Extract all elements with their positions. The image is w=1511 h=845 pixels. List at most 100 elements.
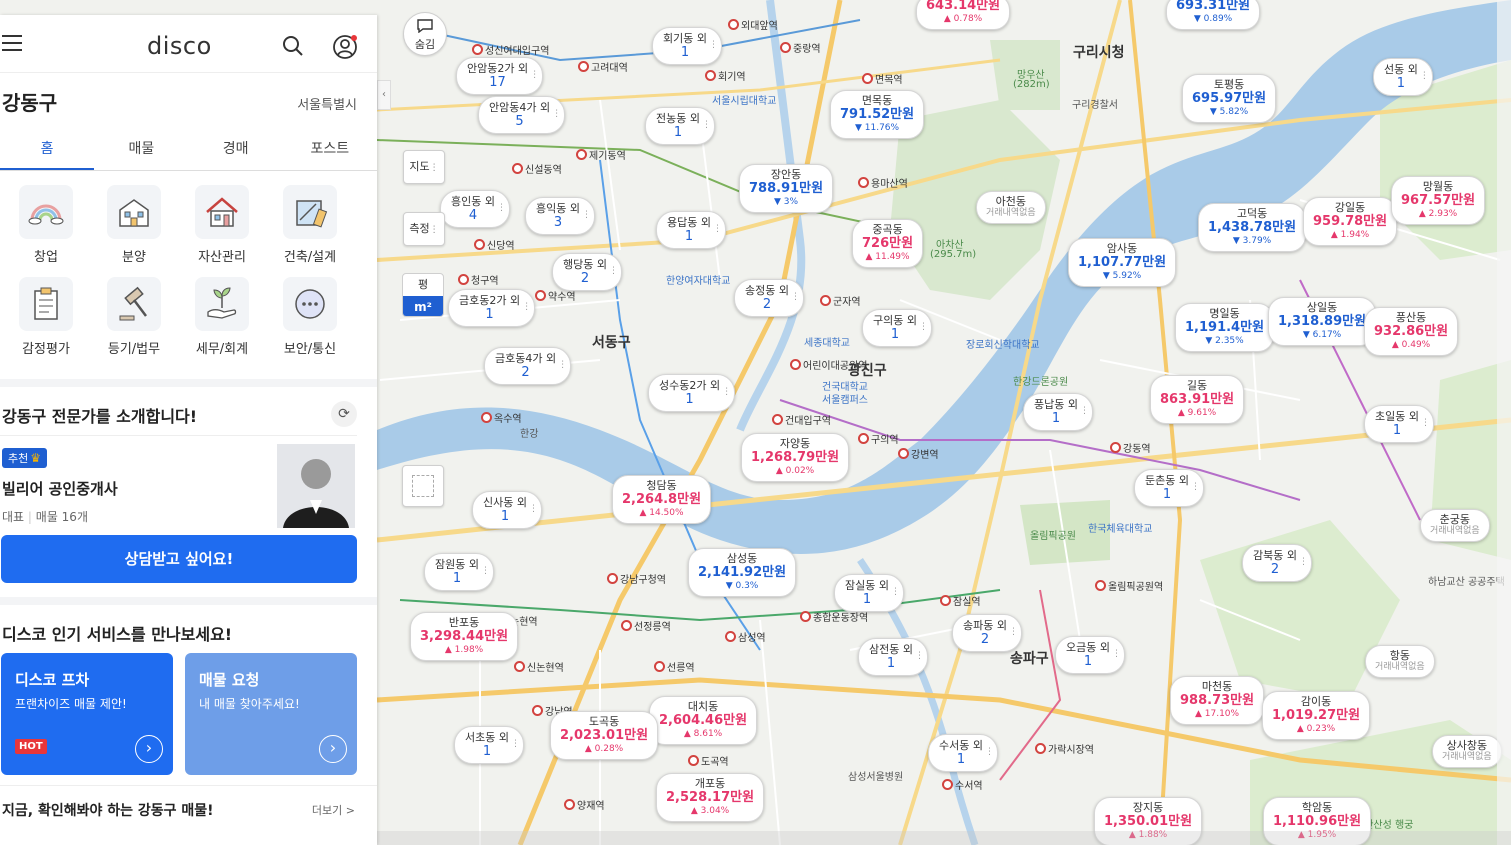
price-marker[interactable]: 망월동 967.57만원 ▲ 2.93% — [1391, 176, 1486, 225]
menu-dots-icon[interactable]: ⋮ — [1080, 406, 1089, 416]
listing-count-marker[interactable]: 삼전동 외 1 ⋮ — [858, 638, 928, 676]
map-bottom-scrollbar[interactable] — [377, 831, 1511, 845]
service-card-franchise[interactable]: 디스코 프차 프랜차이즈 매물 제안! HOT › — [1, 653, 173, 775]
unit-py-button[interactable]: 평 — [403, 274, 443, 296]
listing-count-marker[interactable]: 선동 외 1 ⋮ — [1373, 58, 1433, 96]
listing-count-marker[interactable]: 송파동 외 2 ⋮ — [952, 614, 1022, 652]
listing-count-marker[interactable]: 흥익동 외 3 ⋮ — [525, 197, 595, 235]
menu-dots-icon[interactable]: ⋮ — [481, 566, 490, 576]
listing-count-marker[interactable]: 둔촌동 외 1 ⋮ — [1134, 469, 1204, 507]
disco-logo[interactable]: disco — [147, 32, 212, 60]
price-marker[interactable]: 반포동 3,298.44만원 ▲ 1.98% — [410, 612, 519, 661]
expert-card[interactable]: 추천 ♛ 빌리어 공인중개사 대표 | 매물 16개 — [0, 435, 357, 535]
no-trade-marker[interactable]: 춘궁동 거래내역없음 — [1420, 509, 1490, 542]
menu-dots-icon[interactable]: ⋮ — [497, 203, 506, 213]
listing-count-marker[interactable]: 금호동2가 외 1 ⋮ — [448, 289, 536, 327]
tab-home[interactable]: 홈 — [0, 129, 95, 170]
price-marker[interactable]: 면목동 791.52만원 ▼ 11.76% — [830, 90, 925, 139]
listing-count-marker[interactable]: 잠실동 외 1 ⋮ — [834, 574, 904, 612]
subway-station-label[interactable]: 용마산역 — [858, 175, 908, 190]
menu-dots-icon[interactable]: ⋮ — [609, 266, 618, 276]
price-marker[interactable]: 중곡동 726만원 ▲ 11.49% — [852, 219, 924, 268]
subway-station-label[interactable]: 수서역 — [942, 777, 983, 792]
tab-post[interactable]: 포스트 — [283, 129, 377, 170]
menu-dots-icon[interactable]: ⋮ — [1420, 71, 1429, 81]
listing-count-marker[interactable]: 회기동 외 1 ⋮ — [652, 27, 722, 65]
tab-auction[interactable]: 경매 — [189, 129, 283, 170]
listing-count-marker[interactable]: 초일동 외 1 ⋮ — [1364, 405, 1434, 443]
subway-station-label[interactable]: 청구역 — [458, 272, 499, 287]
subway-station-label[interactable]: 강변역 — [898, 446, 939, 461]
subway-station-label[interactable]: 신설동역 — [512, 161, 562, 176]
menu-dots-icon[interactable]: ⋮ — [522, 302, 531, 312]
menu-dots-icon[interactable]: ⋮ — [1191, 482, 1200, 492]
category-appraisal[interactable]: 감정평가 — [2, 273, 90, 365]
category-startup[interactable]: 창업 — [2, 181, 90, 273]
subway-station-label[interactable]: 강동역 — [1110, 440, 1151, 455]
arrow-right-icon[interactable]: › — [319, 735, 347, 763]
arrow-right-icon[interactable]: › — [135, 735, 163, 763]
subway-station-label[interactable]: 성신여대입구역 — [472, 42, 549, 57]
category-presale[interactable]: 분양 — [90, 181, 178, 273]
subway-station-label[interactable]: 양재역 — [564, 797, 605, 812]
search-icon[interactable] — [282, 35, 304, 57]
listing-count-marker[interactable]: 전농동 외 1 ⋮ — [645, 107, 715, 145]
menu-dots-icon[interactable]: ⋮ — [552, 109, 561, 119]
price-marker[interactable]: 강일동 959.78만원 ▲ 1.94% — [1303, 197, 1398, 246]
unit-toggle[interactable]: 평 m² — [402, 273, 444, 317]
subway-station-label[interactable]: 강남구청역 — [607, 571, 666, 586]
service-card-request[interactable]: 매물 요청 내 매물 찾아주세요! › — [185, 653, 357, 775]
subway-station-label[interactable]: 가락시장역 — [1035, 741, 1094, 756]
no-trade-marker[interactable]: 아천동 거래내역없음 — [976, 191, 1046, 224]
price-marker[interactable]: 삼성동 2,141.92만원 ▼ 0.3% — [688, 548, 797, 597]
menu-dots-icon[interactable]: ⋮ — [1009, 627, 1018, 637]
menu-dots-icon[interactable]: ⋮ — [791, 292, 800, 302]
price-marker[interactable]: 643.14만원 ▲ 0.78% — [916, 0, 1011, 30]
no-trade-marker[interactable]: 상사창동 거래내역없음 — [1432, 735, 1502, 768]
menu-dots-icon[interactable]: ⋮ — [529, 504, 538, 514]
listing-count-marker[interactable]: 감북동 외 2 ⋮ — [1242, 544, 1312, 582]
category-asset[interactable]: 자산관리 — [178, 181, 266, 273]
menu-dots-icon[interactable]: ⋮ — [702, 120, 711, 130]
price-marker[interactable]: 명일동 1,191.4만원 ▼ 2.35% — [1175, 303, 1275, 352]
menu-dots-icon[interactable]: ⋮ — [713, 224, 722, 234]
listing-count-marker[interactable]: 수서동 외 1 ⋮ — [928, 734, 998, 772]
subway-station-label[interactable]: 어린이대공원역 — [790, 357, 867, 372]
price-marker[interactable]: 상일동 1,318.89만원 ▼ 6.17% — [1268, 297, 1377, 346]
subway-station-label[interactable]: 제기동역 — [576, 147, 626, 162]
subway-station-label[interactable]: 군자역 — [820, 293, 861, 308]
listing-count-marker[interactable]: 잠원동 외 1 ⋮ — [424, 553, 494, 591]
menu-dots-icon[interactable]: ⋮ — [530, 70, 539, 80]
subway-station-label[interactable]: 올림픽공원역 — [1095, 578, 1163, 593]
price-marker[interactable]: 청담동 2,264.8만원 ▲ 14.50% — [612, 475, 712, 524]
menu-dots-icon[interactable]: ⋮ — [919, 322, 928, 332]
hide-button[interactable]: 숨김 — [403, 12, 447, 56]
price-marker[interactable]: 대치동 2,604.46만원 ▲ 8.61% — [649, 696, 758, 745]
menu-dots-icon[interactable]: ⋮ — [1421, 418, 1430, 428]
category-tax[interactable]: 세무/회계 — [178, 273, 266, 365]
price-marker[interactable]: 암사동 1,107.77만원 ▼ 5.92% — [1068, 238, 1177, 287]
panel-collapse-handle[interactable]: ‹ — [377, 80, 391, 110]
listing-count-marker[interactable]: 송정동 외 2 ⋮ — [734, 279, 804, 317]
map-right-controls[interactable] — [1497, 0, 1511, 845]
subway-station-label[interactable]: 외대앞역 — [728, 17, 778, 32]
subway-station-label[interactable]: 신논현역 — [514, 659, 564, 674]
menu-dots-icon[interactable]: ⋮ — [1299, 557, 1308, 567]
map-type-button[interactable]: 지도⋮ — [403, 150, 445, 184]
listing-count-marker[interactable]: 서초동 외 1 ⋮ — [454, 726, 524, 764]
menu-dots-icon[interactable]: ⋮ — [915, 651, 924, 661]
listing-count-marker[interactable]: 오금동 외 1 ⋮ — [1055, 636, 1125, 674]
area-select-button[interactable] — [402, 465, 444, 507]
city-label[interactable]: 서울특별시 — [297, 94, 357, 113]
subway-station-label[interactable]: 선정릉역 — [621, 618, 671, 633]
subway-station-label[interactable]: 선릉역 — [654, 659, 695, 674]
subway-station-label[interactable]: 고려대역 — [578, 59, 628, 74]
price-marker[interactable]: 도곡동 2,023.01만원 ▲ 0.28% — [550, 711, 659, 760]
price-marker[interactable]: 고덕동 1,438.78만원 ▼ 3.79% — [1198, 203, 1307, 252]
category-legal[interactable]: 등기/법무 — [90, 273, 178, 365]
menu-dots-icon[interactable]: ⋮ — [722, 387, 731, 397]
subway-station-label[interactable]: 옥수역 — [481, 410, 522, 425]
listing-count-marker[interactable]: 흥인동 외 4 ⋮ — [440, 190, 510, 228]
menu-dots-icon[interactable]: ⋮ — [558, 360, 567, 370]
price-marker[interactable]: 693.31만원 ▼ 0.89% — [1166, 0, 1261, 30]
